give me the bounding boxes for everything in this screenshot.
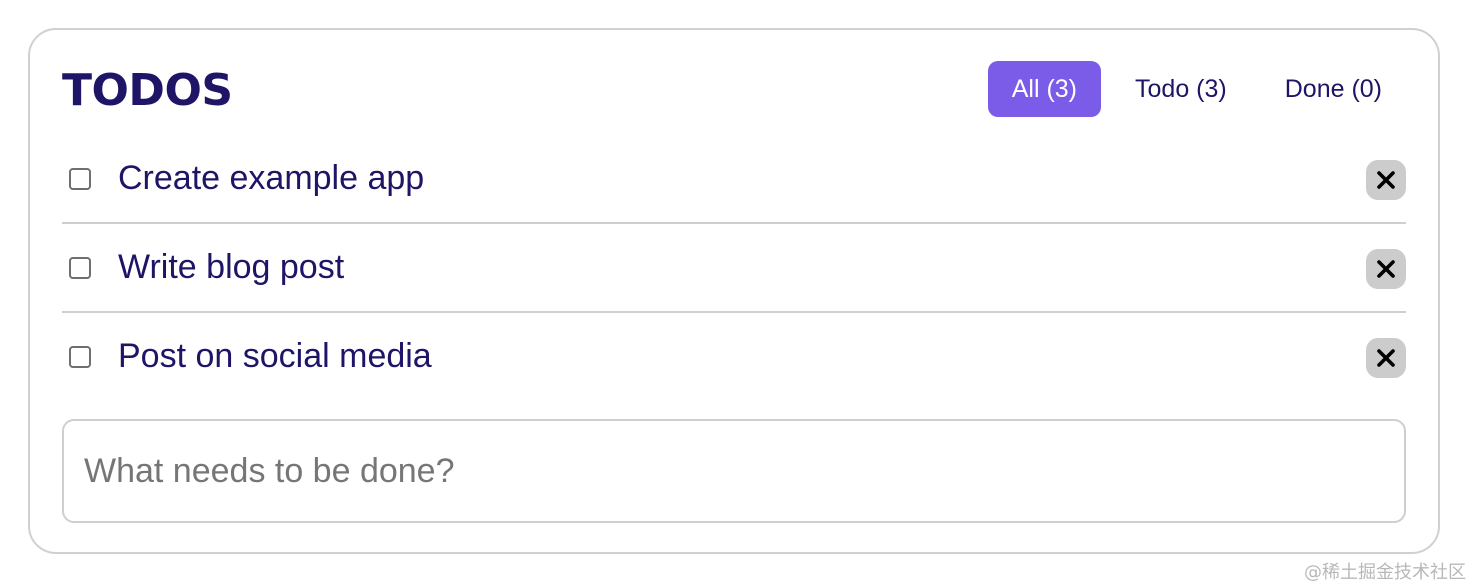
- close-icon: [1377, 349, 1395, 367]
- delete-todo-button[interactable]: [1366, 160, 1406, 200]
- todo-card: TODOS All (3) Todo (3) Done (0) Create e…: [28, 28, 1440, 554]
- filter-all-button[interactable]: All (3): [987, 61, 1102, 117]
- todo-list: Create example app Write blog post Post …: [62, 135, 1406, 402]
- todo-label: Create example app: [118, 159, 425, 197]
- todo-label: Post on social media: [118, 337, 432, 375]
- watermark: @稀土掘金技术社区: [1304, 562, 1466, 583]
- todo-checkbox[interactable]: [69, 346, 91, 368]
- todo-item: Write blog post: [62, 224, 1406, 313]
- todo-label: Write blog post: [118, 248, 345, 286]
- filter-tabs: All (3) Todo (3) Done (0): [978, 61, 1406, 117]
- close-icon: [1377, 260, 1395, 278]
- delete-todo-button[interactable]: [1366, 338, 1406, 378]
- filter-done-button[interactable]: Done (0): [1261, 61, 1406, 117]
- filter-todo-button[interactable]: Todo (3): [1111, 61, 1251, 117]
- todo-checkbox[interactable]: [69, 257, 91, 279]
- new-todo-input[interactable]: [62, 419, 1406, 523]
- todo-checkbox[interactable]: [69, 168, 91, 190]
- delete-todo-button[interactable]: [1366, 249, 1406, 289]
- close-icon: [1377, 171, 1395, 189]
- todo-item: Post on social media: [62, 313, 1406, 402]
- page-title: TODOS: [62, 65, 233, 116]
- todo-item: Create example app: [62, 135, 1406, 224]
